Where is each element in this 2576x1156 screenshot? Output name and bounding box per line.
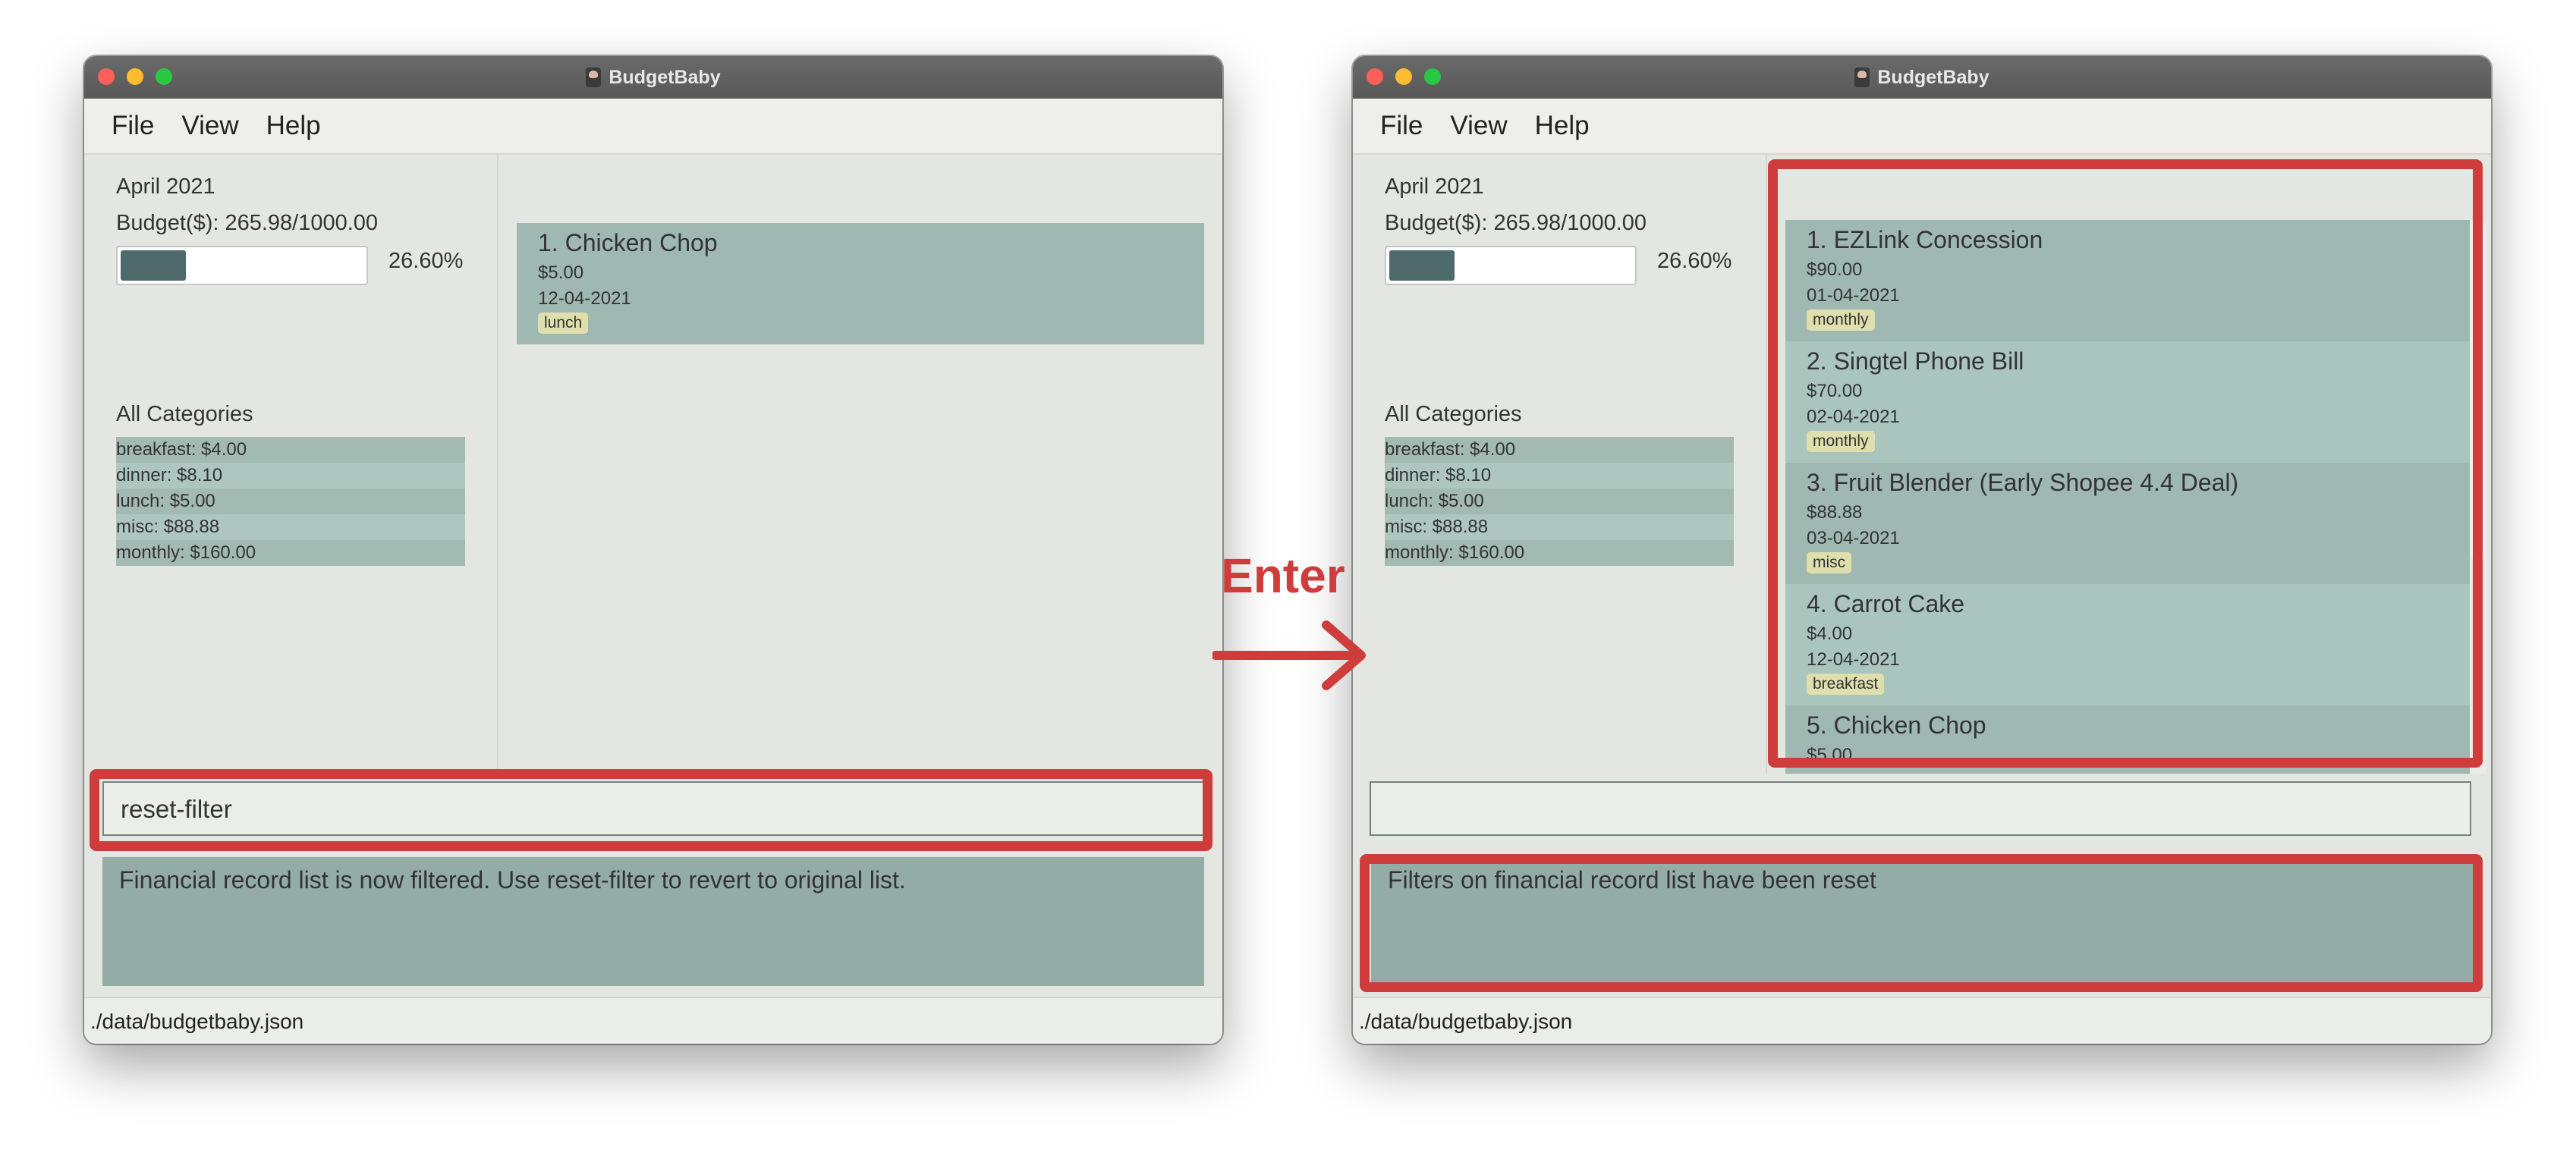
record-date: 12-04-2021: [1807, 771, 1900, 774]
month-label: April 2021: [116, 174, 215, 199]
result-display: Financial record list is now filtered. U…: [102, 857, 1204, 986]
title-bar[interactable]: BudgetBaby: [1353, 56, 2491, 99]
categories-title: All Categories: [1385, 402, 1522, 426]
close-window-icon[interactable]: [98, 68, 115, 85]
menu-view[interactable]: View: [1450, 111, 1507, 141]
category-item: breakfast: $4.00: [116, 437, 465, 463]
app-icon: [1854, 68, 1870, 87]
traffic-lights: [1367, 68, 1441, 85]
data-file-path: ./data/budgetbaby.json: [1359, 1010, 1573, 1033]
budget-panel: April 2021 Budget($): 265.98/1000.00 26.…: [84, 155, 499, 774]
budget-panel: April 2021 Budget($): 265.98/1000.00 26.…: [1353, 155, 1767, 774]
record-date: 12-04-2021: [538, 288, 631, 309]
budget-percent: 26.60%: [388, 249, 464, 273]
status-bar: ./data/budgetbaby.json: [1353, 997, 2491, 1044]
category-item: breakfast: $4.00: [1385, 437, 1734, 463]
month-label: April 2021: [1385, 174, 1484, 199]
data-file-path: ./data/budgetbaby.json: [90, 1010, 304, 1033]
menu-bar: File View Help: [1353, 99, 2491, 155]
enter-label: Enter: [1221, 548, 1345, 603]
category-item: misc: $88.88: [116, 514, 465, 540]
menu-file[interactable]: File: [1380, 111, 1423, 141]
record-title: 1. Chicken Chop: [538, 229, 718, 256]
category-item: lunch: $5.00: [116, 488, 465, 514]
categories-title: All Categories: [116, 402, 253, 426]
category-item: lunch: $5.00: [1385, 488, 1734, 514]
result-highlight-box: [1360, 854, 2483, 992]
budget-label: Budget($): 265.98/1000.00: [1385, 211, 1647, 235]
window-before: BudgetBaby File View Help April 2021 Bud…: [84, 56, 1222, 1044]
budget-progress-bar: [1385, 246, 1637, 285]
window-title: BudgetBaby: [1877, 66, 1989, 88]
title-bar[interactable]: BudgetBaby: [84, 56, 1222, 99]
budget-percent: 26.60%: [1657, 249, 1732, 273]
arrow-right-icon: [1213, 620, 1366, 690]
menu-bar: File View Help: [84, 99, 1222, 155]
app-icon: [586, 68, 602, 87]
record-list[interactable]: 1. Chicken Chop $5.00 12-04-2021 lunch: [499, 155, 1222, 774]
budget-progress-bar: [116, 246, 368, 285]
budget-progress-fill: [1389, 250, 1455, 281]
category-item: monthly: $160.00: [1385, 540, 1734, 566]
record-card[interactable]: 1. Chicken Chop $5.00 12-04-2021 lunch: [517, 223, 1204, 344]
minimize-window-icon[interactable]: [127, 68, 143, 85]
category-item: misc: $88.88: [1385, 514, 1734, 540]
menu-help[interactable]: Help: [266, 111, 321, 141]
zoom-window-icon[interactable]: [156, 68, 172, 85]
budget-progress-fill: [121, 250, 186, 281]
traffic-lights: [98, 68, 172, 85]
category-list: breakfast: $4.00 dinner: $8.10 lunch: $5…: [1385, 437, 1734, 566]
window-title: BudgetBaby: [609, 66, 721, 88]
menu-help[interactable]: Help: [1535, 111, 1590, 141]
zoom-window-icon[interactable]: [1424, 68, 1441, 85]
budget-label: Budget($): 265.98/1000.00: [116, 211, 379, 235]
record-list-highlight-box: [1768, 159, 2483, 768]
category-list: breakfast: $4.00 dinner: $8.10 lunch: $5…: [116, 437, 465, 566]
close-window-icon[interactable]: [1367, 68, 1383, 85]
category-item: dinner: $8.10: [116, 463, 465, 488]
category-item: monthly: $160.00: [116, 540, 465, 566]
menu-view[interactable]: View: [181, 111, 238, 141]
command-highlight-box: [90, 769, 1213, 851]
command-input[interactable]: [1370, 781, 2471, 836]
menu-file[interactable]: File: [112, 111, 154, 141]
record-amount: $5.00: [538, 262, 584, 283]
minimize-window-icon[interactable]: [1395, 68, 1412, 85]
status-bar: ./data/budgetbaby.json: [84, 997, 1222, 1044]
record-tag: lunch: [538, 313, 589, 334]
category-item: dinner: $8.10: [1385, 463, 1734, 488]
